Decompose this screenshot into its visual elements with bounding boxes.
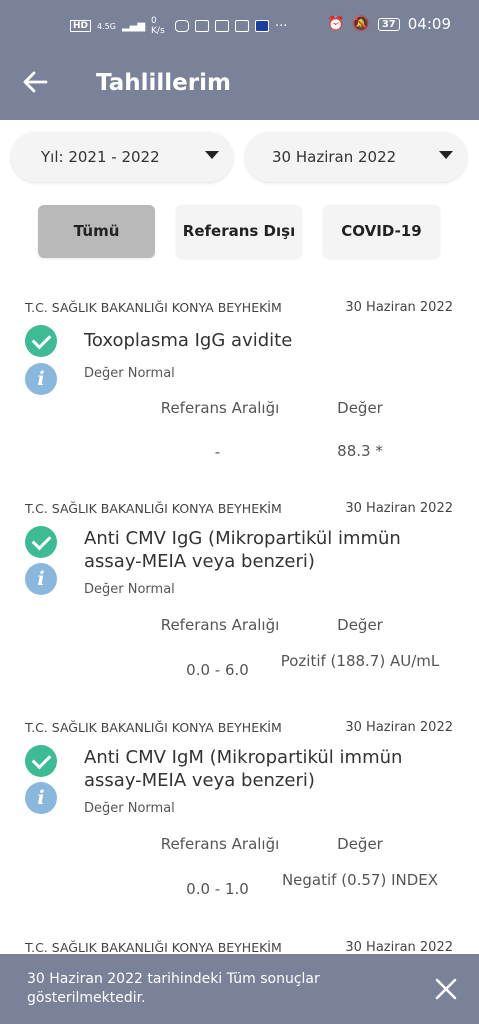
chevron-down-icon bbox=[205, 151, 219, 159]
test-name: Anti CMV IgM (Mikropartikül immün assay-… bbox=[84, 747, 403, 791]
institution-name: T.C. SAĞLIK BAKANLIĞI KONYA BEYHEKİM bbox=[25, 720, 282, 735]
tab-covid19[interactable]: COVID-19 bbox=[323, 205, 440, 258]
clock: 04:09 bbox=[407, 15, 451, 33]
institution-name: T.C. SAĞLIK BAKANLIĞI KONYA BEYHEKİM bbox=[25, 300, 282, 315]
alarm-icon: ⏰ bbox=[326, 16, 345, 32]
check-icon bbox=[25, 526, 57, 558]
result-date: 30 Haziran 2022 bbox=[345, 720, 453, 735]
info-icon[interactable]: i bbox=[25, 563, 57, 595]
app-bar: Tahlillerim bbox=[0, 56, 479, 120]
date-filter-dropdown[interactable]: 30 Haziran 2022 bbox=[245, 132, 467, 182]
result-card[interactable]: T.C. SAĞLIK BAKANLIĞI KONYA BEYHEKİM 30 … bbox=[0, 300, 479, 475]
battery-indicator: 37 bbox=[377, 17, 400, 31]
close-x-icon bbox=[435, 978, 457, 1000]
signal-icon: ▂▄▆ bbox=[121, 20, 146, 32]
date-filter-label: 30 Haziran 2022 bbox=[272, 148, 397, 166]
chevron-down-icon bbox=[439, 151, 453, 159]
tab-out-of-range[interactable]: Referans Dışı bbox=[176, 205, 302, 258]
reference-range-value: - bbox=[214, 443, 221, 461]
page-title: Tahlillerim bbox=[96, 70, 231, 96]
status-text: Değer Normal bbox=[84, 366, 175, 381]
result-value: Negatif (0.57) INDEX bbox=[281, 871, 439, 889]
info-icon[interactable]: i bbox=[25, 363, 57, 395]
arrow-left-icon bbox=[23, 71, 48, 93]
result-value: 88.3 * bbox=[337, 442, 383, 460]
year-filter-dropdown[interactable]: Yıl: 2021 - 2022 bbox=[11, 132, 233, 182]
speed-indicator: 0 K/s bbox=[151, 16, 165, 36]
network-indicator: 4.5G bbox=[97, 21, 116, 31]
status-left-icons: HD 4.5G ▂▄▆ 0 K/s ··· bbox=[70, 16, 287, 36]
app-icon bbox=[255, 20, 270, 32]
gallery-icon bbox=[215, 20, 230, 32]
result-card[interactable]: T.C. SAĞLIK BAKANLIĞI KONYA BEYHEKİM 30 … bbox=[0, 720, 479, 920]
reference-range-header: Referans Aralığı bbox=[160, 835, 280, 853]
snackbar: 30 Haziran 2022 tarihindeki Tüm sonuçlar… bbox=[0, 954, 479, 1024]
value-header: Değer bbox=[337, 399, 383, 417]
reference-range-value: 0.0 - 1.0 bbox=[186, 880, 249, 898]
result-date: 30 Haziran 2022 bbox=[345, 300, 453, 315]
test-name: Anti CMV IgG (Mikropartikül immün assay-… bbox=[84, 528, 401, 572]
status-bar: HD 4.5G ▂▄▆ 0 K/s ··· ⏰ 🔕 37 04:09 bbox=[0, 0, 479, 56]
value-header: Değer bbox=[337, 835, 383, 853]
check-icon bbox=[25, 745, 57, 777]
tab-all[interactable]: Tümü bbox=[38, 205, 155, 258]
institution-name: T.C. SAĞLIK BAKANLIĞI KONYA BEYHEKİM bbox=[25, 501, 282, 516]
app-notification-icon bbox=[195, 20, 210, 32]
mail-icon bbox=[235, 20, 250, 32]
info-icon[interactable]: i bbox=[25, 782, 57, 814]
hd-indicator: HD bbox=[70, 20, 92, 32]
result-value: Pozitif (188.7) AU/mL bbox=[280, 652, 440, 670]
result-card[interactable]: T.C. SAĞLIK BAKANLIĞI KONYA BEYHEKİM 30 … bbox=[0, 501, 479, 701]
instagram-icon bbox=[175, 20, 190, 32]
check-icon bbox=[25, 325, 57, 357]
status-text: Değer Normal bbox=[84, 801, 175, 816]
back-arrow-icon[interactable] bbox=[22, 68, 48, 104]
mute-icon: 🔕 bbox=[352, 16, 370, 32]
result-date: 30 Haziran 2022 bbox=[345, 501, 453, 516]
status-text: Değer Normal bbox=[84, 582, 175, 597]
institution-name: T.C. SAĞLIK BAKANLIĞI KONYA BEYHEKİM bbox=[25, 940, 282, 955]
reference-range-header: Referans Aralığı bbox=[160, 399, 280, 417]
snackbar-message: 30 Haziran 2022 tarihindeki Tüm sonuçlar… bbox=[27, 971, 320, 1006]
reference-range-header: Referans Aralığı bbox=[160, 616, 280, 634]
value-header: Değer bbox=[337, 616, 383, 634]
close-icon[interactable] bbox=[429, 972, 463, 1006]
year-filter-label: Yıl: 2021 - 2022 bbox=[41, 148, 160, 166]
test-name: Toxoplasma IgG avidite bbox=[84, 330, 293, 351]
more-notifications-icon: ··· bbox=[275, 18, 288, 34]
status-right-icons: ⏰ 🔕 37 04:09 bbox=[327, 15, 451, 33]
result-date: 30 Haziran 2022 bbox=[345, 940, 453, 955]
reference-range-value: 0.0 - 6.0 bbox=[186, 661, 249, 679]
